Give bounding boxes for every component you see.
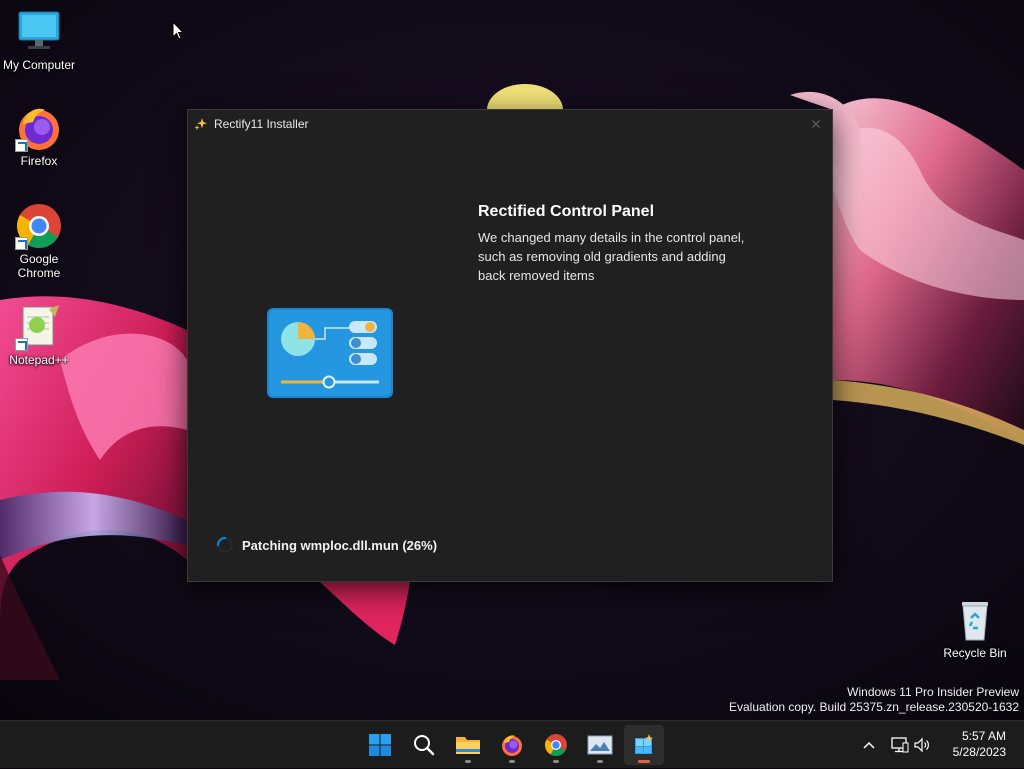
page-heading: Rectified Control Panel — [478, 203, 655, 220]
desktop-icon-chrome[interactable]: Google Chrome — [0, 202, 79, 280]
desktop-icon-notepadpp[interactable]: Notepad++ — [0, 303, 79, 367]
desktop-icon-label: My Computer — [2, 58, 76, 72]
desktop-icon-recycle-bin[interactable]: Recycle Bin — [935, 596, 1015, 660]
volume-button[interactable] — [912, 737, 932, 753]
shortcut-arrow-icon — [15, 237, 28, 250]
close-button[interactable]: ✕ — [806, 114, 826, 134]
running-indicator — [465, 760, 471, 763]
network-icon — [891, 737, 909, 753]
watermark-line-2: Evaluation copy. Build 25375.zn_release.… — [729, 700, 1019, 714]
progress-status: Patching wmploc.dll.mun (26%) — [216, 536, 437, 554]
shortcut-arrow-icon — [15, 139, 28, 152]
running-indicator — [509, 760, 515, 763]
system-tray — [858, 721, 932, 769]
windows-watermark: Windows 11 Pro Insider Preview Evaluatio… — [729, 685, 1019, 715]
window-title: Rectify11 Installer — [214, 117, 309, 131]
taskbar-photos[interactable] — [580, 725, 620, 765]
firefox-icon — [502, 735, 522, 756]
file-explorer-icon — [456, 737, 480, 754]
taskbar: 5:57 AM 5/28/2023 — [0, 720, 1024, 768]
show-hidden-icons-button[interactable] — [858, 741, 880, 749]
start-button[interactable] — [360, 725, 400, 765]
search-button[interactable] — [404, 725, 444, 765]
firefox-icon — [15, 104, 63, 152]
taskbar-chrome[interactable] — [536, 725, 576, 765]
control-panel-icon — [267, 308, 393, 398]
mouse-cursor-icon — [172, 21, 184, 40]
photos-icon — [587, 735, 613, 755]
taskbar-clock[interactable]: 5:57 AM 5/28/2023 — [953, 728, 1006, 760]
active-indicator — [638, 760, 650, 763]
notepadpp-icon — [15, 303, 63, 351]
clock-date: 5/28/2023 — [952, 745, 1006, 759]
monitor-icon — [15, 8, 63, 56]
shortcut-arrow-icon — [15, 338, 28, 351]
chrome-icon — [545, 734, 567, 756]
taskbar-rectify-installer[interactable] — [624, 725, 664, 765]
chevron-up-icon — [863, 741, 875, 749]
sparkle-icon — [194, 118, 207, 130]
spinner-icon — [216, 536, 233, 553]
running-indicator — [597, 760, 603, 763]
volume-icon — [914, 737, 929, 753]
watermark-line-1: Windows 11 Pro Insider Preview — [847, 685, 1019, 699]
installer-window[interactable]: Rectify11 Installer ✕ Rectified Control … — [187, 109, 833, 582]
close-icon: ✕ — [810, 116, 822, 132]
rectify-installer-icon — [635, 734, 653, 754]
clock-time: 5:57 AM — [961, 729, 1006, 743]
start-icon — [369, 734, 391, 756]
chrome-icon — [15, 202, 63, 250]
running-indicator — [553, 760, 559, 763]
taskbar-firefox[interactable] — [492, 725, 532, 765]
status-text: Patching wmploc.dll.mun (26%) — [242, 537, 438, 553]
search-icon — [414, 735, 435, 756]
desktop-icon-label: Recycle Bin — [943, 646, 1007, 660]
desktop-icon-label: Notepad++ — [9, 353, 69, 367]
desktop-icon-label: Firefox — [20, 154, 58, 168]
taskbar-file-explorer[interactable] — [448, 725, 488, 765]
desktop-icon-my-computer[interactable]: My Computer — [0, 8, 79, 72]
window-titlebar[interactable]: Rectify11 Installer ✕ — [188, 110, 832, 138]
desktop-icon-firefox[interactable]: Firefox — [0, 104, 79, 168]
page-description: We changed many details in the control p… — [478, 230, 745, 283]
recycle-bin-icon — [951, 596, 999, 644]
network-button[interactable] — [890, 737, 910, 753]
desktop-icon-label: Google Chrome — [17, 252, 61, 280]
